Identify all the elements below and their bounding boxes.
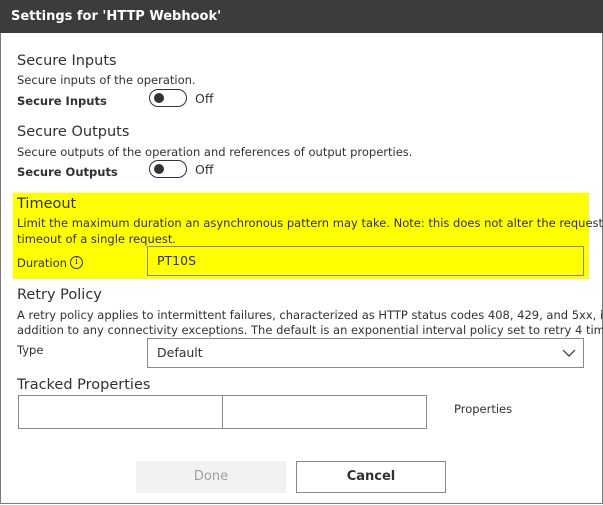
toggle-knob bbox=[154, 164, 164, 174]
secure-outputs-toggle[interactable] bbox=[149, 160, 187, 178]
secure-outputs-description: Secure outputs of the operation and refe… bbox=[17, 145, 413, 159]
chevron-down-icon[interactable] bbox=[562, 346, 576, 360]
secure-outputs-heading: Secure Outputs bbox=[17, 124, 130, 140]
retry-type-label: Type bbox=[17, 343, 44, 357]
dialog-title: Settings for 'HTTP Webhook' bbox=[0, 0, 603, 33]
tracked-properties-heading: Tracked Properties bbox=[17, 377, 151, 393]
duration-input[interactable]: PT10S bbox=[147, 246, 584, 276]
secure-inputs-heading: Secure Inputs bbox=[17, 53, 117, 69]
cancel-button[interactable]: Cancel bbox=[296, 461, 446, 493]
timeout-heading: Timeout bbox=[17, 196, 77, 212]
secure-outputs-toggle-state: Off bbox=[195, 162, 214, 177]
retry-policy-heading: Retry Policy bbox=[17, 287, 102, 303]
secure-inputs-toggle[interactable] bbox=[149, 89, 187, 107]
secure-outputs-label: Secure Outputs bbox=[17, 165, 118, 179]
toggle-knob bbox=[154, 93, 164, 103]
secure-inputs-description: Secure inputs of the operation. bbox=[17, 73, 196, 87]
timeout-description-line1: Limit the maximum duration an asynchrono… bbox=[17, 216, 603, 230]
duration-label: Duration bbox=[17, 256, 67, 270]
info-icon[interactable]: i bbox=[70, 256, 83, 269]
tracked-property-value-input[interactable] bbox=[222, 395, 427, 429]
retry-policy-description-line1: A retry policy applies to intermittent f… bbox=[17, 308, 603, 322]
retry-type-select[interactable]: Default bbox=[147, 338, 584, 368]
properties-label: Properties bbox=[454, 402, 513, 416]
done-button[interactable]: Done bbox=[136, 461, 286, 493]
secure-inputs-toggle-state: Off bbox=[195, 91, 214, 106]
timeout-description-line2: timeout of a single request. bbox=[17, 232, 176, 246]
retry-policy-description-line2: addition to any connectivity exceptions.… bbox=[17, 323, 603, 337]
tracked-property-key-input[interactable] bbox=[18, 395, 223, 429]
secure-inputs-label: Secure Inputs bbox=[17, 94, 107, 108]
